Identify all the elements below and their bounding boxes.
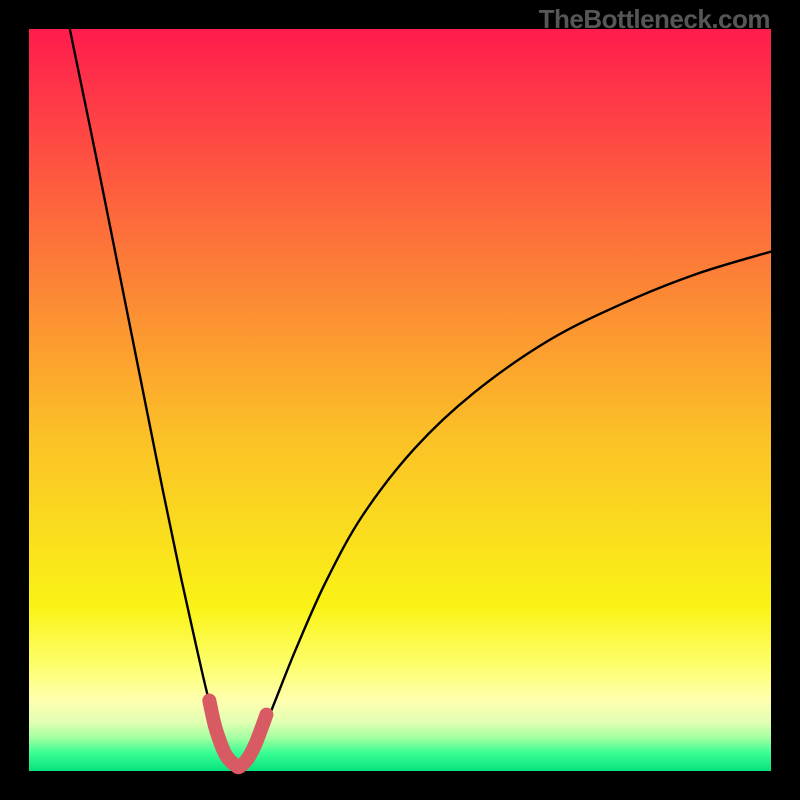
optimal-marker xyxy=(209,701,266,768)
bottleneck-curve xyxy=(70,29,771,767)
chart-plot-layer xyxy=(29,29,771,771)
chart-frame xyxy=(29,29,771,771)
